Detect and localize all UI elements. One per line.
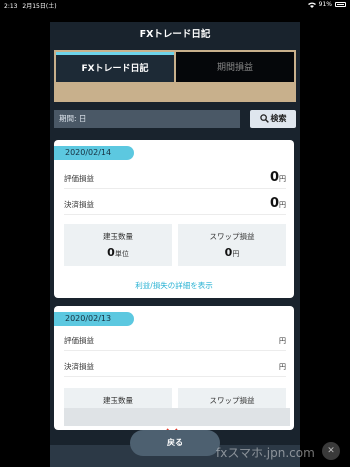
tab-trade-diary[interactable]: FXトレード日記 [56,52,174,82]
value-unit: 円 [279,175,286,183]
status-date: 2月15日(土) [22,3,57,10]
value-unit: 円 [279,201,286,209]
box-title: 建玉数量 [103,232,133,241]
status-bar: 2:13 2月15日(土) 91% [0,0,350,10]
show-pl-details-link[interactable]: 利益/損失の詳細を表示 [54,280,294,291]
realized-pl-row: 決済損益 0円 [64,194,286,215]
watermark: fxスマホ.jpn.com [216,446,315,460]
tab-period-profit[interactable]: 期間損益 [176,52,294,82]
period-select[interactable]: 期間: 日 [54,110,240,128]
box-value: 0円 [178,246,286,259]
row-value: 円 [279,332,286,347]
battery-percent: 91% [318,1,332,8]
diary-card: 2020/02/14 評価損益 0円 決済損益 0円 建玉数量 0単位 スワップ… [54,140,294,298]
value-number: 0 [269,196,279,211]
status-left: 2:13 2月15日(土) [4,1,57,10]
search-button[interactable]: 検索 [250,110,296,128]
status-time: 2:13 [4,3,18,10]
unrealized-pl-row: 評価損益 0円 [64,168,286,189]
page-title: FXトレード日記 [139,29,211,40]
value-unit: 円 [279,337,286,345]
battery-icon [335,2,346,7]
position-qty-box: 建玉数量 [64,388,172,410]
realized-pl-row: 決済損益 円 [64,356,286,377]
wifi-icon [307,2,316,8]
box-title: スワップ損益 [209,396,255,405]
unrealized-pl-row: 評価損益 円 [64,330,286,351]
value-unit: 円 [232,250,240,258]
close-icon[interactable]: ✕ [322,442,340,460]
row-value: 0円 [270,170,286,185]
status-right: 91% [307,1,346,8]
search-bar: 期間: 日 検索 [54,110,296,128]
diary-card: 2020/02/13 評価損益 円 決済損益 円 建玉数量 スワップ損益 [54,306,294,430]
position-qty-box: 建玉数量 0単位 [64,224,172,266]
search-button-label: 検索 [270,114,287,123]
date-label: 2020/02/13 [54,312,134,326]
row-value: 0円 [270,196,286,211]
search-icon [259,114,269,123]
back-button[interactable]: 戻る [130,430,220,456]
date-label: 2020/02/14 [54,146,134,160]
row-label: 評価損益 [64,174,94,183]
box-title: スワップ損益 [209,232,255,241]
row-label: 決済損益 [64,200,94,209]
value-number: 0 [269,170,279,185]
swap-pl-box: スワップ損益 0円 [178,224,286,266]
value-unit: 円 [279,363,286,371]
row-label: 決済損益 [64,362,94,371]
box-title: 建玉数量 [103,396,133,405]
row-value: 円 [279,358,286,373]
box-value: 0単位 [64,246,172,259]
row-label: 評価損益 [64,336,94,345]
value-unit: 単位 [114,250,129,258]
app-screen: FXトレード日記 FXトレード日記 期間損益 期間: 日 検索 2020/02/… [50,22,300,467]
swap-pl-box: スワップ損益 [178,388,286,410]
loading-placeholder [64,408,290,426]
value-number: 0 [107,246,115,259]
tab-bar: FXトレード日記 期間損益 [54,50,296,102]
